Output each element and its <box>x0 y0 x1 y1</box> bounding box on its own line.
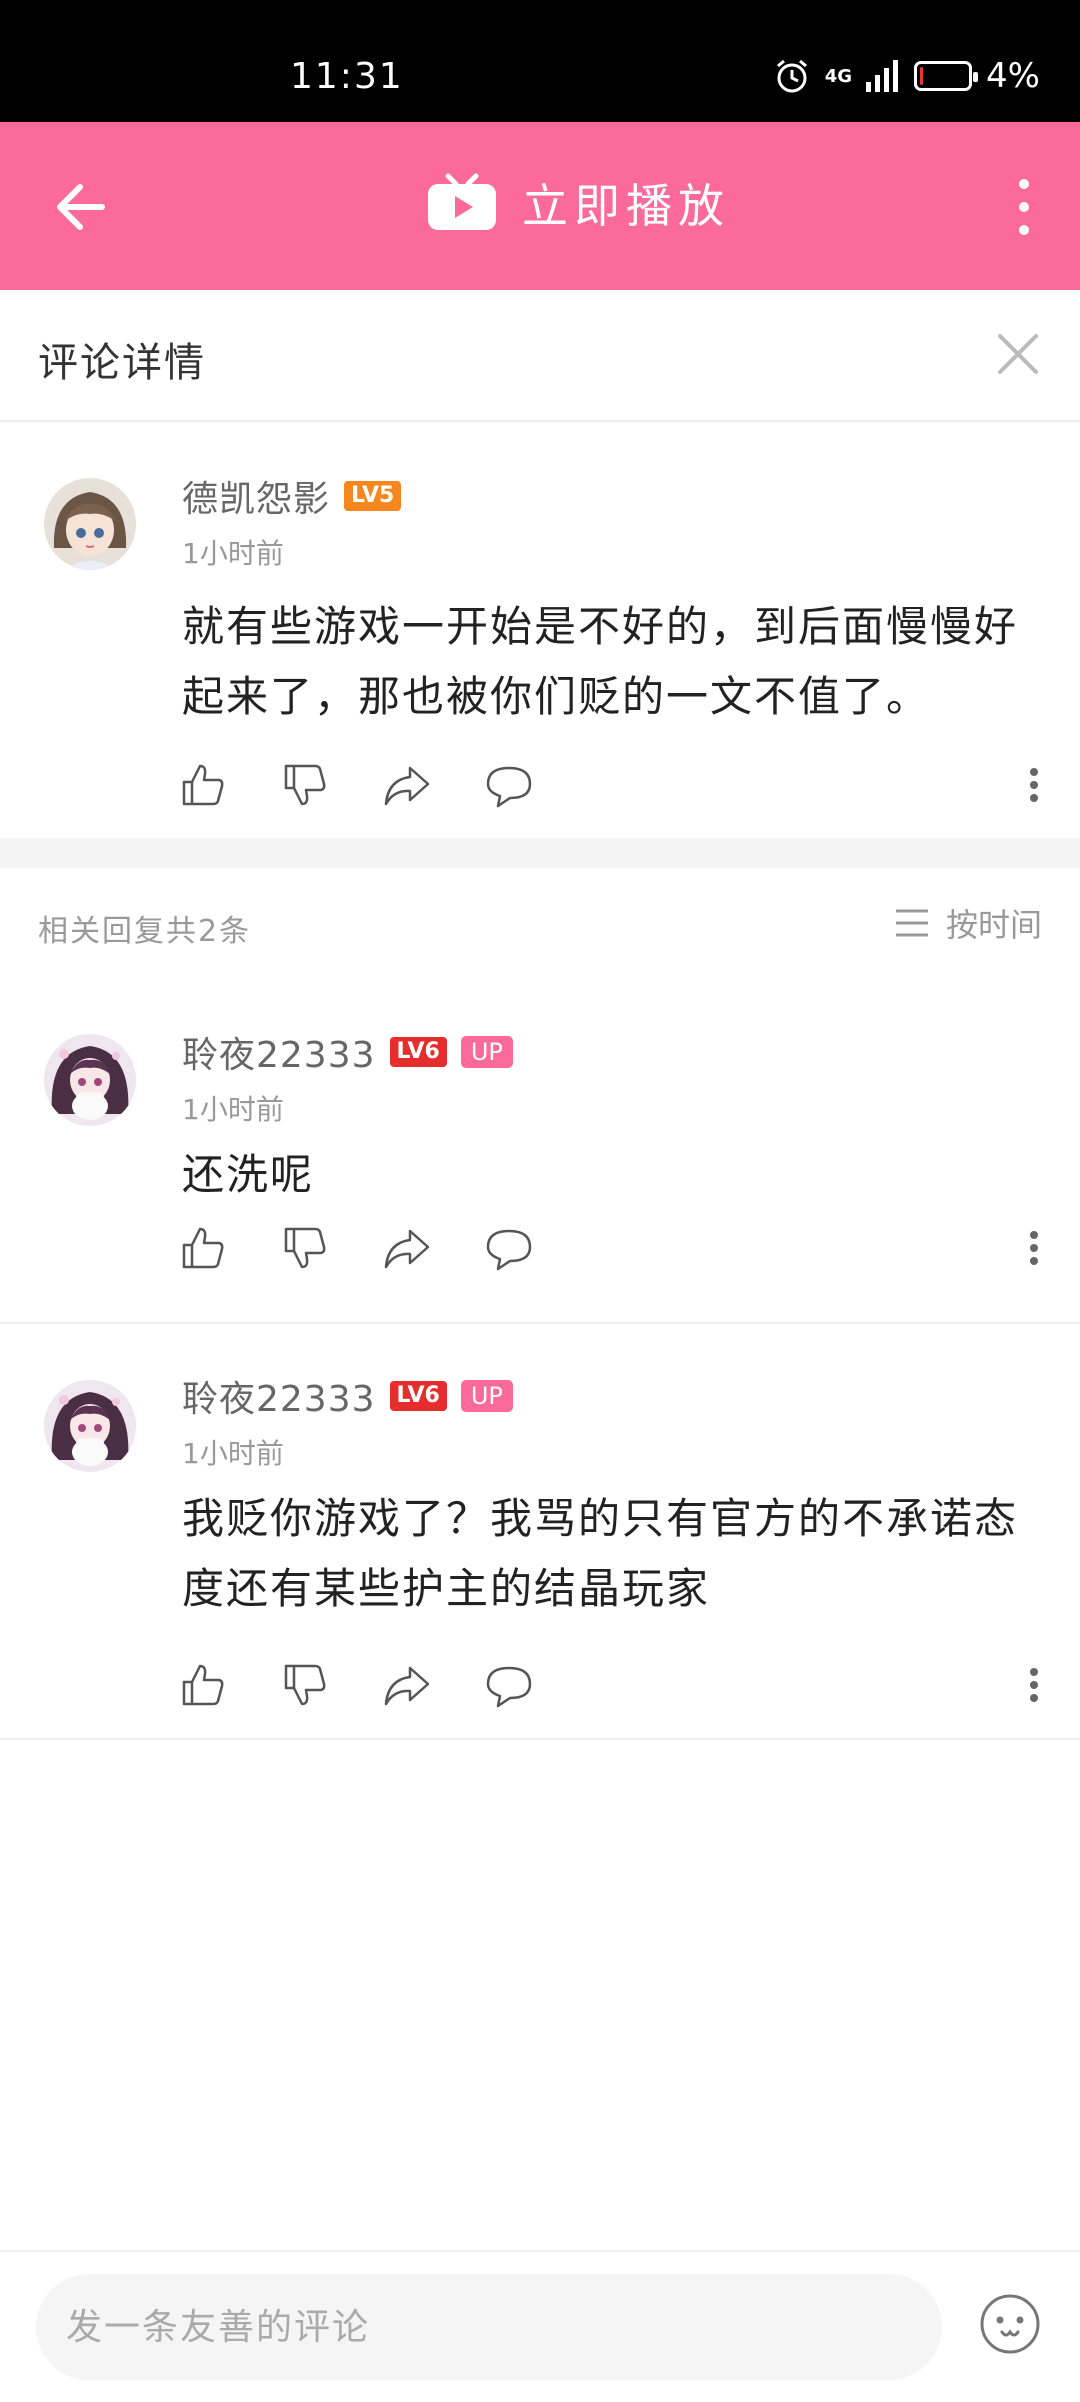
dislike-icon[interactable] <box>280 1660 330 1710</box>
sort-button[interactable]: 按时间 <box>894 900 1042 946</box>
divider <box>0 1738 1080 1740</box>
dislike-icon[interactable] <box>280 1223 330 1273</box>
reply-icon[interactable] <box>484 1660 534 1710</box>
alarm-icon <box>776 59 807 93</box>
comment-actions <box>178 1660 534 1710</box>
share-icon[interactable] <box>382 1223 432 1273</box>
share-icon[interactable] <box>382 760 432 810</box>
user-row: 聆夜22333 LV6 UP <box>182 1026 513 1078</box>
user-row: 聆夜22333 LV6 UP <box>182 1370 513 1422</box>
comment-time: 1小时前 <box>182 1093 284 1126</box>
username[interactable]: 德凯怨影 <box>182 470 330 522</box>
more-vert-icon[interactable] <box>994 162 1054 252</box>
avatar[interactable] <box>44 478 136 570</box>
bottom-bar <box>0 2250 1080 2402</box>
share-icon[interactable] <box>382 1660 432 1710</box>
comment-text: 还洗呢 <box>182 1150 315 1199</box>
user-row: 德凯怨影 LV5 <box>182 470 402 522</box>
replies-header: 相关回复共2条 按时间 <box>0 868 1080 978</box>
avatar[interactable] <box>44 1380 136 1472</box>
detail-title: 评论详情 <box>38 340 206 386</box>
more-options-icon[interactable] <box>1016 1223 1052 1273</box>
reply-item: 聆夜22333 LV6 UP 1小时前 我贬你游戏了？我骂的只有官方的不承诺态度… <box>0 1324 1080 1738</box>
reply-icon[interactable] <box>484 1223 534 1273</box>
like-icon[interactable] <box>178 760 228 810</box>
level-badge: LV6 <box>389 1037 447 1067</box>
main-comment: 德凯怨影 LV5 1小时前 就有些游戏一开始是不好的，到后面慢慢好起来了，那也被… <box>0 420 1080 838</box>
avatar[interactable] <box>44 1034 136 1126</box>
sort-lines-icon <box>895 909 928 937</box>
back-arrow-icon[interactable] <box>40 162 130 252</box>
up-badge: UP <box>460 1380 513 1412</box>
comment-text: 就有些游戏一开始是不好的，到后面慢慢好起来了，那也被你们贬的一文不值了。 <box>182 602 1019 721</box>
battery-icon <box>914 61 979 91</box>
level-badge: LV5 <box>344 481 402 511</box>
comment-text: 我贬你游戏了？我骂的只有官方的不承诺态度还有某些护主的结晶玩家 <box>182 1494 1019 1613</box>
network-label: 4G <box>824 65 853 87</box>
more-options-icon[interactable] <box>1016 1660 1052 1710</box>
comment-time: 1小时前 <box>182 537 284 570</box>
status-time: 11:31 <box>290 56 404 97</box>
status-icons: 4G 4% <box>773 56 1040 96</box>
detail-header: 评论详情 <box>0 290 1080 422</box>
comment-input[interactable] <box>36 2274 942 2380</box>
like-icon[interactable] <box>178 1223 228 1273</box>
section-separator <box>0 838 1080 868</box>
top-bar: 立即播放 <box>0 122 1080 290</box>
username[interactable]: 聆夜22333 <box>182 1370 376 1422</box>
signal-icon <box>866 60 899 92</box>
status-bar: 11:31 4G 4% <box>0 0 1080 122</box>
comment-actions <box>178 760 534 810</box>
reply-icon[interactable] <box>484 760 534 810</box>
more-options-icon[interactable] <box>1016 760 1052 810</box>
reply-count: 相关回复共2条 <box>38 914 252 949</box>
sort-label: 按时间 <box>945 906 1042 944</box>
header-title: 立即播放 <box>522 179 730 233</box>
up-badge: UP <box>460 1036 513 1068</box>
like-icon[interactable] <box>178 1660 228 1710</box>
tv-play-icon <box>428 173 496 230</box>
reply-item: 聆夜22333 LV6 UP 1小时前 还洗呢 <box>0 978 1080 1322</box>
comment-time: 1小时前 <box>182 1437 284 1470</box>
level-badge: LV6 <box>389 1381 447 1411</box>
dislike-icon[interactable] <box>280 760 330 810</box>
comment-actions <box>178 1223 534 1273</box>
battery-percent: 4% <box>986 56 1040 96</box>
close-icon[interactable] <box>986 322 1050 386</box>
play-now-button[interactable]: 立即播放 <box>426 170 730 236</box>
emoji-icon[interactable] <box>978 2292 1042 2356</box>
username[interactable]: 聆夜22333 <box>182 1026 376 1078</box>
